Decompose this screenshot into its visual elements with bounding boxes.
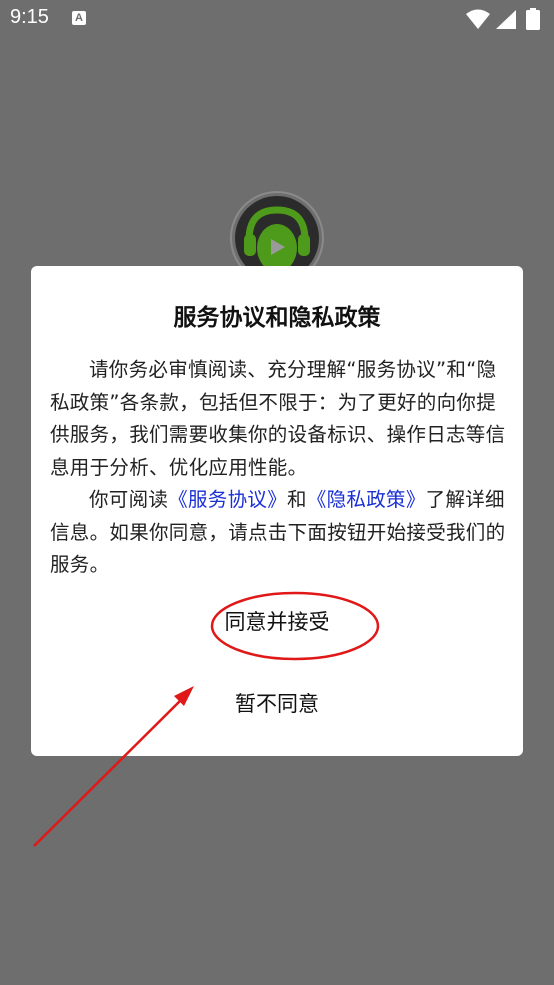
- disagree-button[interactable]: 暂不同意: [31, 688, 523, 718]
- privacy-policy-link[interactable]: 《隐私政策》: [307, 488, 426, 511]
- privacy-dialog: 服务协议和隐私政策 请你务必审慎阅读、充分理解“服务协议”和“隐私政策”各条款，…: [31, 266, 523, 756]
- status-right-icons: [464, 8, 544, 30]
- paragraph-2-and: 和: [287, 488, 307, 511]
- battery-icon: [526, 8, 540, 30]
- signal-icon: [496, 10, 516, 29]
- wifi-icon: [466, 9, 490, 29]
- dialog-paragraph-2: 你可阅读《服务协议》和《隐私政策》了解详细信息。如果你同意，请点击下面按钮开始接…: [50, 484, 508, 582]
- notification-a-icon: A: [72, 11, 86, 25]
- dialog-body: 请你务必审慎阅读、充分理解“服务协议”和“隐私政策”各条款，包括但不限于：为了更…: [50, 354, 508, 582]
- status-bar: 9:15 A: [0, 0, 554, 38]
- dialog-title: 服务协议和隐私政策: [173, 305, 381, 331]
- dialog-paragraph-1: 请你务必审慎阅读、充分理解“服务协议”和“隐私政策”各条款，包括但不限于：为了更…: [50, 358, 506, 479]
- status-time: 9:15: [10, 6, 49, 28]
- service-agreement-link[interactable]: 《服务协议》: [168, 488, 287, 511]
- status-icons-svg: [466, 8, 540, 30]
- agree-button[interactable]: 同意并接受: [31, 606, 523, 636]
- paragraph-2-prefix: 你可阅读: [89, 488, 169, 511]
